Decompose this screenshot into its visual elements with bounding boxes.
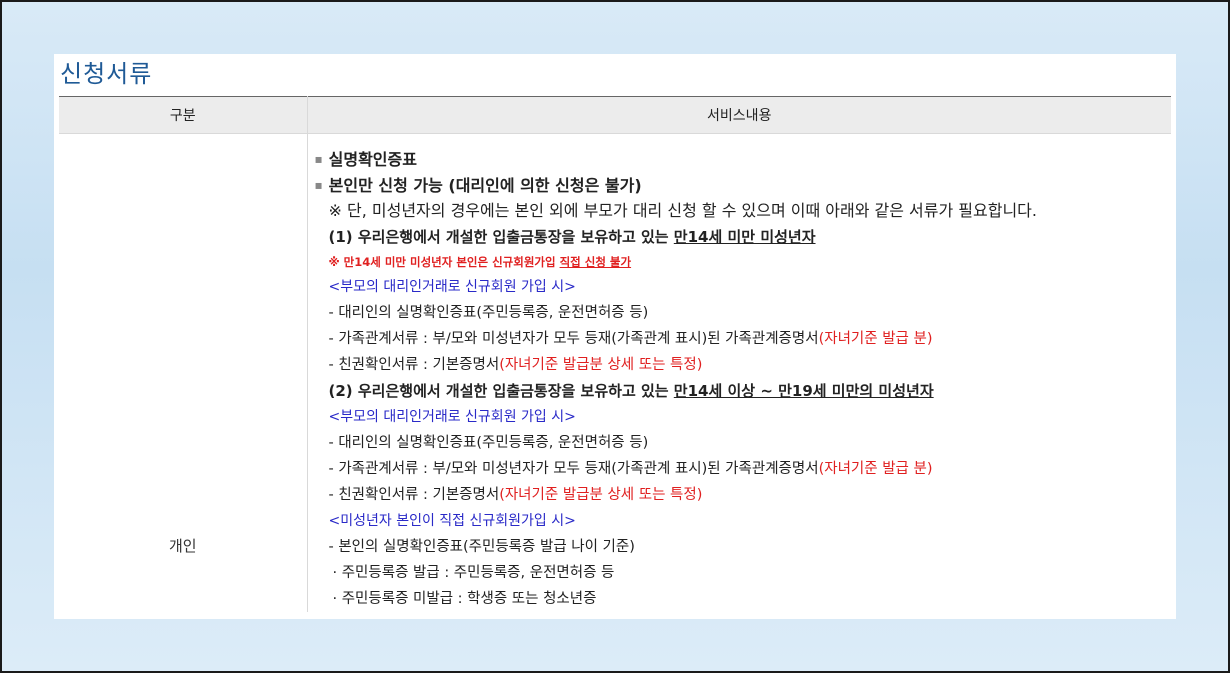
subheading: <부모의 대리인거래로 신규회원 가입 시> [328, 279, 576, 295]
red-note: (자녀기준 발급분 상세 또는 특정) [499, 357, 703, 373]
list-item: · 주민등록증 발급 : 주민등록증, 운전면허증 등 [332, 565, 615, 581]
header-content: 서비스내용 [307, 96, 1171, 134]
warning-underlined: 직접 신청 불가 [559, 255, 632, 269]
list-item: - 대리인의 실명확인증표(주민등록증, 운전면허증 등) [328, 305, 649, 321]
list-item: - 대리인의 실명확인증표(주민등록증, 운전면허증 등) [328, 435, 649, 451]
documents-table: 구분 서비스내용 개인 ▪ 실명확인증표 ▪ 본인만 신청 가능 (대리인에 의한 … [59, 96, 1171, 612]
page-title: 신청서류 [60, 60, 153, 88]
section-heading-2: (2) 우리은행에서 개설한 입출금통장을 보유하고 있는 만14세 이상 ~ … [328, 382, 934, 400]
table-row: 개인 ▪ 실명확인증표 ▪ 본인만 신청 가능 (대리인에 의한 신청은 불가) ※… [59, 133, 1171, 613]
red-note: (자녀기준 발급 분) [818, 461, 933, 477]
section-heading-underlined: 만14세 미만 미성년자 [673, 228, 816, 246]
red-note: (자녀기준 발급분 상세 또는 특정) [499, 487, 703, 503]
subheading: <부모의 대리인거래로 신규회원 가입 시> [328, 409, 576, 425]
subheading: <미성년자 본인이 직접 신규회원가입 시> [328, 513, 576, 529]
red-note: (자녀기준 발급 분) [818, 331, 933, 347]
list-item: - 본인의 실명확인증표(주민등록증 발급 나이 기준) [328, 539, 635, 555]
bullet-text: 본인만 신청 가능 (대리인에 의한 신청은 불가) [328, 176, 642, 195]
section-heading-1: (1) 우리은행에서 개설한 입출금통장을 보유하고 있는 만14세 미만 미성… [328, 228, 816, 246]
list-item: · 주민등록증 미발급 : 학생증 또는 청소년증 [332, 591, 597, 607]
category-cell: 개인 [59, 133, 308, 612]
square-bullet-icon: ▪ [314, 178, 323, 192]
square-bullet-icon: ▪ [314, 152, 323, 166]
content-panel: 신청서류 구분 서비스내용 개인 ▪ 실명확인증표 ▪ 본인만 신청 가능 (대리인… [54, 54, 1176, 619]
content-cell: ▪ 실명확인증표 ▪ 본인만 신청 가능 (대리인에 의한 신청은 불가) ※ 단,… [307, 134, 1171, 613]
bullet-text: 실명확인증표 [328, 150, 417, 169]
list-item: - 친권확인서류 : 기본증명서(자녀기준 발급분 상세 또는 특정) [328, 357, 703, 373]
bullet-item: ▪ 실명확인증표 [315, 146, 1172, 172]
warning-note: ※ 만14세 미만 미성년자 본인은 신규회원가입 직접 신청 불가 [328, 255, 632, 269]
header-category: 구분 [59, 96, 308, 134]
list-item: - 가족관계서류 : 부/모와 미성년자가 모두 등재(가족관계 표시)된 가족… [328, 331, 933, 347]
list-item: - 친권확인서류 : 기본증명서(자녀기준 발급분 상세 또는 특정) [328, 487, 703, 503]
table-header-row: 구분 서비스내용 [59, 96, 1171, 134]
bullet-item: ▪ 본인만 신청 가능 (대리인에 의한 신청은 불가) [315, 172, 1172, 198]
section-heading-underlined: 만14세 이상 ~ 만19세 미만의 미성년자 [673, 382, 934, 400]
list-item: - 가족관계서류 : 부/모와 미성년자가 모두 등재(가족관계 표시)된 가족… [328, 461, 933, 477]
minor-note: ※ 단, 미성년자의 경우에는 본인 외에 부모가 대리 신청 할 수 있으며 … [328, 201, 1037, 220]
